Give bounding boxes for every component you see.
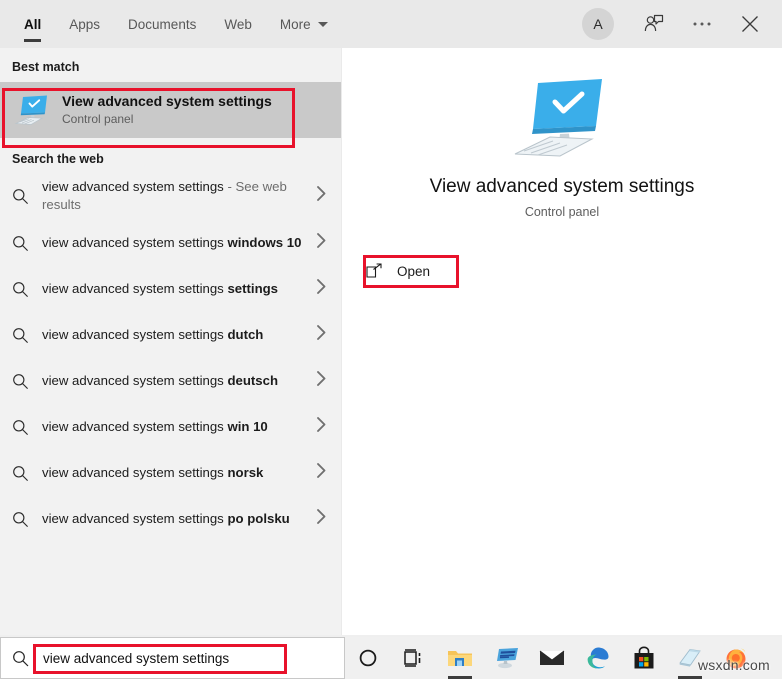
tab-apps-label: Apps — [69, 16, 101, 32]
search-icon — [12, 419, 38, 436]
tab-more-label: More — [279, 16, 311, 32]
windows-search-flyout: All Apps Documents Web More A Best match… — [0, 0, 782, 679]
web-suggestion-item[interactable]: view advanced system settings - See web … — [0, 172, 341, 220]
suggestion-highlight: dutch — [227, 327, 264, 343]
preview-header: View advanced system settings Control pa… — [342, 48, 782, 219]
file-explorer-icon[interactable] — [437, 637, 483, 679]
search-icon — [12, 188, 38, 205]
web-suggestion-label: view advanced system settings - See web … — [38, 178, 307, 214]
avatar-initial: A — [593, 16, 603, 32]
chevron-right-icon — [316, 325, 327, 346]
web-suggestion-item[interactable]: view advanced system settings deutsch — [0, 358, 341, 404]
tab-bar-actions: A — [582, 4, 782, 44]
best-match-text: View advanced system settings Control pa… — [62, 93, 272, 128]
monitor-check-icon — [508, 74, 616, 160]
search-icon — [12, 327, 38, 344]
preview-subtitle: Control panel — [524, 205, 600, 219]
remote-desktop-icon[interactable] — [483, 637, 529, 679]
suggestion-prefix: view advanced system settings — [42, 179, 224, 194]
watermark: wsxdn.com — [698, 657, 770, 673]
ellipsis-icon[interactable] — [680, 4, 724, 44]
web-suggestion-item[interactable]: view advanced system settings windows 10 — [0, 220, 341, 266]
mail-icon[interactable] — [529, 637, 575, 679]
search-icon — [1, 650, 39, 667]
chevron-right-icon — [316, 509, 327, 530]
task-view-icon[interactable] — [391, 637, 437, 679]
suggestion-highlight: norsk — [227, 465, 264, 481]
best-match-subtitle: Control panel — [62, 112, 134, 127]
chevron-right-icon — [316, 233, 327, 254]
chevron-right-icon — [316, 186, 327, 207]
search-tab-bar: All Apps Documents Web More A — [0, 0, 782, 48]
best-match-heading: Best match — [12, 60, 80, 74]
search-the-web-heading: Search the web — [12, 152, 104, 166]
web-suggestion-item[interactable]: view advanced system settings norsk — [0, 450, 341, 496]
best-match-result[interactable]: View advanced system settings Control pa… — [0, 82, 341, 138]
web-suggestion-list: view advanced system settings - See web … — [0, 172, 341, 542]
search-icon — [12, 235, 38, 252]
web-suggestion-label: view advanced system settings win 10 — [38, 418, 268, 436]
results-pane: Best match View advanced system settings… — [0, 48, 341, 635]
suggestion-prefix: view advanced system settings — [42, 465, 228, 481]
suggestion-highlight: win 10 — [227, 419, 268, 435]
tab-all[interactable]: All — [10, 0, 55, 48]
tab-apps[interactable]: Apps — [55, 0, 114, 48]
cortana-icon[interactable] — [345, 637, 391, 679]
preview-title: View advanced system settings — [429, 176, 695, 197]
chevron-right-icon — [316, 463, 327, 484]
suggestion-prefix: view advanced system settings — [42, 327, 228, 343]
search-input[interactable] — [39, 650, 344, 666]
external-link-icon — [363, 263, 385, 279]
suggestion-prefix: view advanced system settings — [42, 511, 228, 527]
suggestion-prefix: view advanced system settings — [42, 419, 228, 435]
web-suggestion-label: view advanced system settings settings — [38, 280, 278, 298]
preview-pane: View advanced system settings Control pa… — [341, 48, 782, 635]
chevron-right-icon — [316, 417, 327, 438]
search-icon — [12, 511, 38, 528]
web-suggestion-label: view advanced system settings deutsch — [38, 372, 278, 390]
tab-documents-label: Documents — [128, 16, 197, 32]
close-icon[interactable] — [728, 4, 772, 44]
web-suggestion-label: view advanced system settings windows 10 — [38, 234, 301, 252]
suggestion-highlight: windows 10 — [227, 235, 302, 251]
tab-all-label: All — [24, 16, 42, 32]
open-button-label: Open — [397, 263, 431, 279]
web-suggestion-label: view advanced system settings dutch — [38, 326, 263, 344]
web-suggestion-item[interactable]: view advanced system settings win 10 — [0, 404, 341, 450]
tab-web[interactable]: Web — [210, 0, 266, 48]
search-icon — [12, 465, 38, 482]
tab-more[interactable]: More — [266, 0, 342, 48]
web-suggestion-label: view advanced system settings norsk — [38, 464, 263, 482]
search-box[interactable] — [0, 637, 345, 679]
suggestion-highlight: po polsku — [227, 511, 290, 527]
tab-list: All Apps Documents Web More — [0, 0, 342, 48]
avatar[interactable]: A — [582, 8, 614, 40]
suggestion-highlight: settings — [227, 281, 279, 297]
tab-web-label: Web — [224, 16, 252, 32]
tab-documents[interactable]: Documents — [114, 0, 210, 48]
search-icon — [12, 281, 38, 298]
suggestion-prefix: view advanced system settings — [42, 373, 228, 389]
chevron-right-icon — [316, 279, 327, 300]
edge-icon[interactable] — [575, 637, 621, 679]
suggestion-prefix: view advanced system settings — [42, 235, 228, 251]
web-suggestion-label: view advanced system settings po polsku — [38, 510, 290, 528]
chevron-right-icon — [316, 371, 327, 392]
person-feedback-icon[interactable] — [632, 4, 676, 44]
search-icon — [12, 373, 38, 390]
open-button[interactable]: Open — [363, 255, 458, 287]
monitor-check-icon — [12, 90, 52, 130]
web-suggestion-item[interactable]: view advanced system settings settings — [0, 266, 341, 312]
microsoft-store-icon[interactable] — [621, 637, 667, 679]
best-match-title: View advanced system settings — [62, 92, 272, 109]
chevron-down-icon — [317, 21, 328, 27]
web-suggestion-item[interactable]: view advanced system settings po polsku — [0, 496, 341, 542]
suggestion-prefix: view advanced system settings — [42, 281, 228, 297]
web-suggestion-item[interactable]: view advanced system settings dutch — [0, 312, 341, 358]
suggestion-highlight: deutsch — [227, 373, 279, 389]
